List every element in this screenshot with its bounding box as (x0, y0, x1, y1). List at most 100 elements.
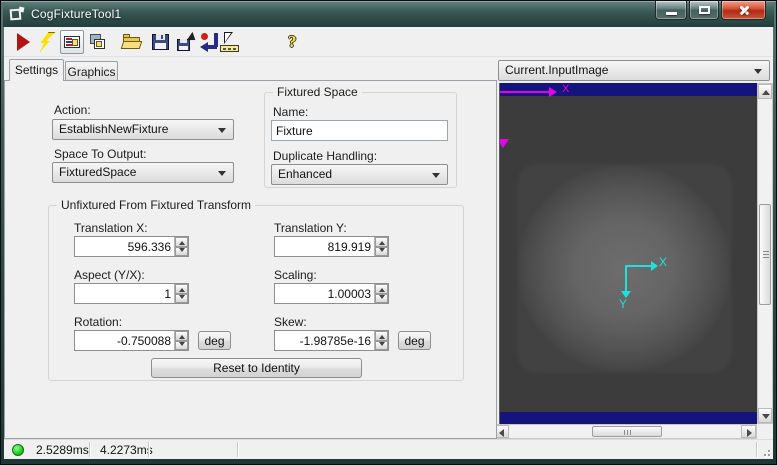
scroll-up-button[interactable] (758, 84, 772, 99)
skew-stepper[interactable] (274, 330, 389, 351)
vertical-scroll-thumb[interactable] (759, 204, 771, 305)
scaling-label: Scaling: (274, 268, 317, 282)
transform-group-title: Unfixtured From Fixtured Transform (57, 198, 255, 212)
image-viewport[interactable]: X X Y (499, 83, 757, 424)
status-separator (237, 442, 238, 457)
close-icon (739, 5, 750, 16)
maximize-icon (699, 6, 710, 14)
space-to-output-combo-value: FixturedSpace (59, 165, 136, 179)
scroll-down-icon (762, 414, 770, 419)
magenta-axis-x-label: X (562, 83, 569, 95)
run-icon[interactable] (14, 32, 34, 52)
settings-tab-panel: Action: EstablishNewFixture Space To Out… (4, 80, 497, 439)
translation-x-value[interactable] (75, 237, 174, 256)
transform-group: Unfixtured From Fixtured Transform Trans… (48, 205, 464, 381)
spinner-buttons[interactable] (174, 284, 188, 303)
chevron-down-icon (754, 69, 762, 74)
magenta-axis-arrowhead (549, 87, 557, 97)
horizontal-scroll-thumb[interactable] (592, 426, 662, 437)
chevron-down-icon (432, 173, 440, 178)
space-to-output-label: Space To Output: (54, 147, 147, 161)
spinner-buttons[interactable] (374, 284, 388, 303)
fixtured-space-group: Fixtured Space Name: Duplicate Handling:… (264, 92, 457, 188)
spinner-buttons[interactable] (374, 331, 388, 350)
rotation-value[interactable] (75, 331, 174, 350)
minimize-icon (666, 12, 677, 15)
app-icon (10, 7, 24, 21)
fixture-axis-x-line (625, 265, 652, 267)
action-combo-value: EstablishNewFixture (59, 122, 168, 136)
aspect-label: Aspect (Y/X): (74, 268, 145, 282)
electrode-icon (64, 36, 80, 48)
scroll-right-icon (747, 429, 752, 437)
fixtured-space-group-title: Fixtured Space (273, 85, 362, 99)
resize-grip[interactable] (760, 446, 770, 456)
status-separator (756, 442, 757, 457)
name-label: Name: (273, 105, 308, 119)
scroll-left-icon (499, 429, 504, 437)
translation-x-label: Translation X: (74, 221, 148, 235)
image-source-combo[interactable]: Current.InputImage (498, 60, 770, 81)
reload-icon[interactable] (200, 32, 220, 52)
duplicate-handling-combo-value: Enhanced (278, 167, 332, 181)
translation-x-stepper[interactable] (74, 236, 189, 257)
duplicate-handling-combo[interactable]: Enhanced (271, 164, 448, 185)
tab-graphics[interactable]: Graphics (65, 61, 118, 81)
rotation-stepper[interactable] (74, 330, 189, 351)
minimize-button[interactable] (655, 1, 687, 20)
skew-unit-button[interactable]: deg (398, 331, 431, 350)
translation-y-value[interactable] (275, 237, 374, 256)
image-source-combo-value: Current.InputImage (505, 63, 608, 77)
vertical-scrollbar[interactable] (757, 83, 773, 424)
image-top-border (500, 83, 757, 96)
magenta-marker-fragment (499, 139, 509, 148)
floating-window-icon[interactable] (88, 32, 108, 52)
spinner-buttons[interactable] (174, 237, 188, 256)
app-window: CogFixtureTool1 ? Settings Graphics Act (0, 0, 777, 465)
scroll-down-button[interactable] (758, 408, 772, 423)
toolbar: ? (4, 27, 773, 57)
fixture-axis-x-label: X (659, 255, 667, 269)
fixture-axis-y-line (625, 265, 627, 292)
aspect-value[interactable] (75, 284, 174, 303)
name-field[interactable] (271, 120, 448, 141)
translation-y-label: Translation Y: (274, 221, 347, 235)
help-icon[interactable]: ? (288, 32, 308, 52)
status-separator (89, 442, 90, 457)
scroll-right-button[interactable] (741, 425, 756, 438)
horizontal-scrollbar[interactable] (493, 424, 757, 439)
skew-value[interactable] (275, 331, 374, 350)
spinner-buttons[interactable] (374, 237, 388, 256)
save-icon[interactable] (151, 32, 171, 52)
reset-to-identity-button[interactable]: Reset to Identity (151, 358, 362, 378)
window-title: CogFixtureTool1 (31, 7, 121, 21)
open-file-icon[interactable] (122, 32, 142, 52)
fixture-axis-x-arrowhead (651, 261, 658, 271)
translation-y-stepper[interactable] (274, 236, 389, 257)
space-to-output-combo[interactable]: FixturedSpace (52, 162, 234, 183)
client-area: ? Settings Graphics Action: EstablishNew… (4, 27, 773, 459)
scaling-stepper[interactable] (274, 283, 389, 304)
tab-settings[interactable]: Settings (9, 59, 64, 81)
scroll-up-icon (762, 90, 770, 95)
action-combo[interactable]: EstablishNewFixture (52, 119, 234, 140)
aspect-stepper[interactable] (74, 283, 189, 304)
save-as-icon[interactable] (177, 32, 197, 52)
status-separator (148, 442, 149, 457)
maximize-button[interactable] (689, 1, 719, 20)
run-electrode-icon[interactable] (37, 32, 57, 52)
spinner-buttons[interactable] (174, 331, 188, 350)
fixture-axis-y-label: Y (619, 297, 627, 311)
close-button[interactable] (721, 1, 766, 20)
duplicate-handling-label: Duplicate Handling: (273, 149, 377, 163)
run-status-indicator (12, 444, 24, 456)
action-label: Action: (54, 103, 91, 117)
pointer-measure-icon[interactable] (220, 32, 240, 52)
scaling-value[interactable] (275, 284, 374, 303)
skew-label: Skew: (274, 315, 307, 329)
total-time: 4.2273ms (100, 443, 153, 457)
chevron-down-icon (218, 128, 226, 133)
show-electrode-toggle-button[interactable] (60, 30, 84, 54)
chevron-down-icon (218, 171, 226, 176)
rotation-unit-button[interactable]: deg (198, 331, 231, 350)
